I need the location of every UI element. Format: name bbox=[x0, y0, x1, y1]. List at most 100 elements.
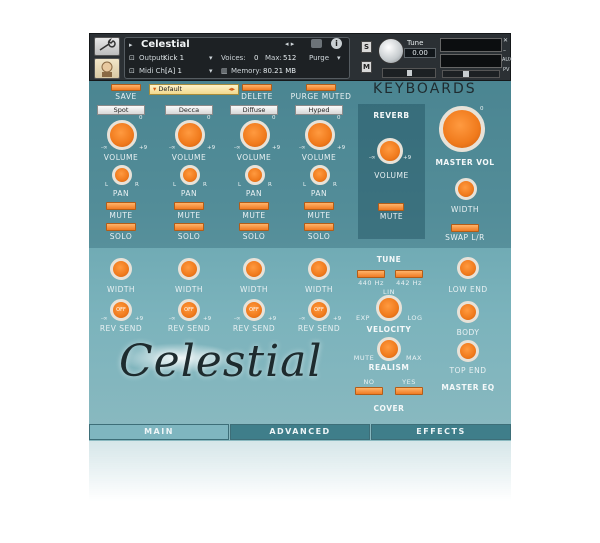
channel-rev-send-knob-1[interactable]: OFF bbox=[178, 299, 200, 321]
solo-button[interactable]: S bbox=[361, 41, 372, 53]
delete-button[interactable] bbox=[242, 84, 272, 91]
channel-pan-label-2: PAN bbox=[245, 189, 263, 198]
voices-value: 0 bbox=[254, 54, 259, 62]
channel-pan-label-0: PAN bbox=[112, 189, 130, 198]
save-button[interactable] bbox=[111, 84, 141, 91]
realism-knob[interactable] bbox=[377, 337, 401, 361]
channel-mute-button-0[interactable] bbox=[106, 202, 136, 210]
velocity-knob[interactable] bbox=[376, 295, 402, 321]
channel-solo-button-0[interactable] bbox=[106, 223, 136, 231]
channel-width-knob-1[interactable] bbox=[178, 258, 200, 280]
body-knob[interactable] bbox=[457, 301, 479, 323]
purge-menu[interactable]: Purge bbox=[309, 54, 329, 62]
midi-channel-select[interactable]: [A] 1 bbox=[165, 67, 182, 75]
channel-rev-send-knob-3[interactable]: OFF bbox=[308, 299, 330, 321]
info-icon[interactable]: i bbox=[331, 38, 342, 49]
reverb-mute-button[interactable] bbox=[378, 203, 404, 211]
reverb-volume-knob[interactable] bbox=[377, 138, 403, 164]
channel-pan-knob-1[interactable] bbox=[180, 165, 200, 185]
channel-solo-button-2[interactable] bbox=[239, 223, 269, 231]
channel-mute-button-2[interactable] bbox=[239, 202, 269, 210]
channel-volume-knob-3[interactable] bbox=[305, 120, 335, 150]
channel-volume-knob-0[interactable] bbox=[107, 120, 137, 150]
instrument-header: ▸ Celestial ◂ ▸ i ⊡ Output: Kick 1 ▾ Voi… bbox=[89, 33, 513, 81]
top-end-knob[interactable] bbox=[457, 340, 479, 362]
cover-no-button[interactable] bbox=[355, 387, 383, 395]
camera-icon[interactable] bbox=[311, 39, 322, 48]
volume-slider[interactable] bbox=[442, 70, 500, 78]
memory-icon: ▥ bbox=[221, 67, 228, 75]
collapse-arrow-icon[interactable]: ▸ bbox=[129, 41, 133, 49]
tab-main[interactable]: MAIN bbox=[89, 424, 229, 440]
close-icon[interactable]: ✕ bbox=[503, 37, 508, 44]
mute-button[interactable]: M bbox=[361, 61, 372, 73]
channel-mute-label-1: MUTE bbox=[177, 211, 201, 220]
tab-effects[interactable]: EFFECTS bbox=[371, 424, 511, 440]
channel-mute-button-1[interactable] bbox=[174, 202, 204, 210]
channel-volume-zero-2: 0 bbox=[272, 115, 276, 121]
max-voices-value[interactable]: 512 bbox=[283, 54, 296, 62]
output-dropdown-icon[interactable]: ▾ bbox=[209, 54, 213, 62]
channel-rev-send-label-3: REV SEND bbox=[297, 324, 341, 333]
channel-width-knob-0[interactable] bbox=[110, 258, 132, 280]
delete-label: DELETE bbox=[241, 92, 273, 101]
channel-pan-knob-0[interactable] bbox=[112, 165, 132, 185]
channel-volume-max-0: +9 bbox=[139, 145, 148, 151]
tune-442-button[interactable] bbox=[395, 270, 423, 278]
channel-volume-min-2: -∞ bbox=[234, 145, 241, 151]
aux-button[interactable]: AUX bbox=[502, 57, 513, 63]
channel-solo-button-1[interactable] bbox=[174, 223, 204, 231]
realism-mute-label: MUTE bbox=[353, 354, 375, 362]
swap-lr-button[interactable] bbox=[451, 224, 479, 232]
channel-name-3: Hyped bbox=[295, 105, 343, 115]
purge-muted-button[interactable] bbox=[306, 84, 336, 91]
rev-send-max-1: +9 bbox=[203, 316, 212, 322]
save-label: SAVE bbox=[115, 92, 137, 101]
low-end-knob[interactable] bbox=[457, 257, 479, 279]
rev-send-max-0: +9 bbox=[135, 316, 144, 322]
purge-dropdown-icon[interactable]: ▾ bbox=[337, 54, 341, 62]
wrench-icon[interactable] bbox=[94, 37, 120, 56]
tune-440-button[interactable] bbox=[357, 270, 385, 278]
output-select[interactable]: Kick 1 bbox=[163, 54, 184, 62]
preset-select[interactable]: ▾ Default ◂▸ bbox=[149, 84, 239, 95]
purge-muted-label: PURGE MUTED bbox=[290, 92, 352, 101]
rev-send-off-2: OFF bbox=[249, 307, 259, 313]
swap-lr-label: SWAP L/R bbox=[445, 233, 485, 242]
cover-yes-button[interactable] bbox=[395, 387, 423, 395]
channel-width-knob-3[interactable] bbox=[308, 258, 330, 280]
midi-dropdown-icon[interactable]: ▾ bbox=[209, 67, 213, 75]
tune-value[interactable]: 0.00 bbox=[404, 48, 436, 58]
channel-volume-knob-2[interactable] bbox=[240, 120, 270, 150]
channel-width-knob-2[interactable] bbox=[243, 258, 265, 280]
reflection bbox=[89, 441, 511, 501]
channel-volume-label-3: VOLUME bbox=[301, 153, 337, 162]
channel-rev-send-knob-2[interactable]: OFF bbox=[243, 299, 265, 321]
minimize-icon[interactable]: – bbox=[503, 47, 506, 54]
channel-width-label-2: WIDTH bbox=[239, 285, 269, 294]
channel-mute-button-3[interactable] bbox=[304, 202, 334, 210]
pv-button[interactable]: PV bbox=[503, 67, 509, 73]
channel-volume-zero-1: 0 bbox=[207, 115, 211, 121]
channel-volume-max-2: +9 bbox=[272, 145, 281, 151]
channel-pan-knob-3[interactable] bbox=[310, 165, 330, 185]
reverb-title: REVERB bbox=[373, 111, 410, 120]
master-volume-knob[interactable] bbox=[439, 106, 485, 152]
tune-knob[interactable] bbox=[378, 38, 404, 64]
channel-volume-min-1: -∞ bbox=[169, 145, 176, 151]
channel-solo-label-0: SOLO bbox=[109, 232, 133, 241]
master-width-knob[interactable] bbox=[455, 178, 477, 200]
pan-slider[interactable] bbox=[382, 68, 436, 78]
channel-mute-label-3: MUTE bbox=[307, 211, 331, 220]
master-volume-zero: 0 bbox=[480, 106, 484, 112]
tab-advanced[interactable]: ADVANCED bbox=[230, 424, 370, 440]
channel-rev-send-knob-0[interactable]: OFF bbox=[110, 299, 132, 321]
channel-pan-r-1: R bbox=[203, 182, 207, 188]
channel-solo-button-3[interactable] bbox=[304, 223, 334, 231]
channel-volume-label-1: VOLUME bbox=[171, 153, 207, 162]
channel-volume-knob-1[interactable] bbox=[175, 120, 205, 150]
channel-pan-knob-2[interactable] bbox=[245, 165, 265, 185]
prev-next-arrows-icon[interactable]: ◂ ▸ bbox=[285, 40, 294, 48]
realism-max-label: MAX bbox=[405, 354, 422, 362]
preset-arrows-icon[interactable]: ◂▸ bbox=[228, 85, 235, 94]
